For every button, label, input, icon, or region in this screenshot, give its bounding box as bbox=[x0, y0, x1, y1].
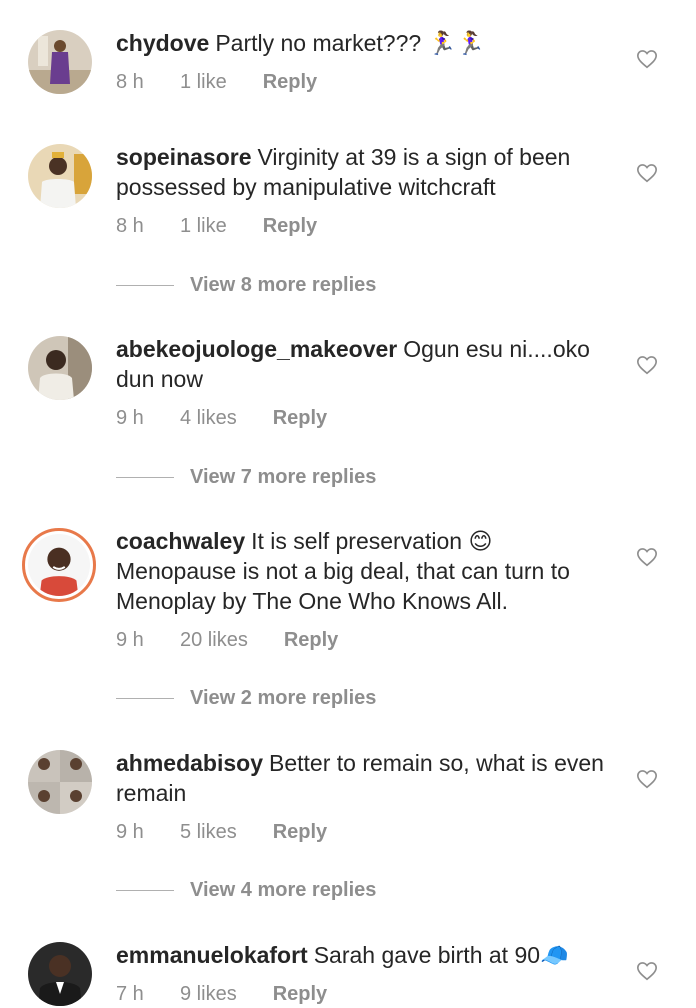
reply-button[interactable]: Reply bbox=[263, 68, 317, 96]
reply-button[interactable]: Reply bbox=[263, 212, 317, 240]
comment-text: Sarah gave birth at 90🧢 bbox=[313, 942, 569, 968]
comment-text: Partly no market??? 🏃‍♀️🏃‍♀️ bbox=[215, 30, 485, 56]
avatar[interactable] bbox=[28, 144, 92, 208]
comment-username[interactable]: ahmedabisoy bbox=[116, 750, 263, 776]
comment-time: 8 h bbox=[116, 71, 144, 93]
comment-likes[interactable]: 1 like bbox=[180, 212, 227, 240]
avatar[interactable] bbox=[28, 942, 92, 1006]
avatar[interactable] bbox=[28, 30, 92, 94]
view-more-replies[interactable]: View 8 more replies bbox=[116, 271, 376, 299]
comment-likes[interactable]: 20 likes bbox=[180, 626, 248, 654]
divider-line bbox=[116, 890, 174, 892]
comment-likes[interactable]: 5 likes bbox=[180, 818, 237, 846]
comment-time: 7 h bbox=[116, 983, 144, 1005]
comment-likes[interactable]: 1 like bbox=[180, 68, 227, 96]
comment-username[interactable]: emmanuelokafort bbox=[116, 942, 308, 968]
reply-button[interactable]: Reply bbox=[273, 980, 327, 1008]
comment-username[interactable]: abekeojuologe_makeover bbox=[116, 336, 397, 362]
heart-outline-icon[interactable] bbox=[636, 48, 658, 70]
view-more-replies-label[interactable]: View 4 more replies bbox=[190, 879, 376, 901]
heart-outline-icon[interactable] bbox=[636, 162, 658, 184]
view-more-replies-label[interactable]: View 7 more replies bbox=[190, 466, 376, 488]
comment-time: 9 h bbox=[116, 821, 144, 843]
comment-time: 9 h bbox=[116, 629, 144, 651]
heart-outline-icon[interactable] bbox=[636, 354, 658, 376]
view-more-replies[interactable]: View 7 more replies bbox=[116, 463, 376, 491]
divider-line bbox=[116, 285, 174, 287]
view-more-replies-label[interactable]: View 2 more replies bbox=[190, 687, 376, 709]
comment-username[interactable]: coachwaley bbox=[116, 528, 245, 554]
divider-line bbox=[116, 698, 174, 700]
avatar[interactable] bbox=[28, 336, 92, 400]
avatar[interactable] bbox=[28, 750, 92, 814]
heart-outline-icon[interactable] bbox=[636, 546, 658, 568]
reply-button[interactable]: Reply bbox=[284, 626, 338, 654]
avatar-story-ring[interactable] bbox=[22, 528, 96, 602]
divider-line bbox=[116, 477, 174, 479]
view-more-replies[interactable]: View 2 more replies bbox=[116, 684, 376, 712]
comment-likes[interactable]: 4 likes bbox=[180, 404, 237, 432]
comment-time: 8 h bbox=[116, 215, 144, 237]
reply-button[interactable]: Reply bbox=[273, 818, 327, 846]
heart-outline-icon[interactable] bbox=[636, 768, 658, 790]
view-more-replies[interactable]: View 4 more replies bbox=[116, 876, 376, 904]
heart-outline-icon[interactable] bbox=[636, 960, 658, 982]
reply-button[interactable]: Reply bbox=[273, 404, 327, 432]
comment-time: 9 h bbox=[116, 407, 144, 429]
comment-username[interactable]: sopeinasore bbox=[116, 144, 252, 170]
comment-likes[interactable]: 9 likes bbox=[180, 980, 237, 1008]
comment-username[interactable]: chydove bbox=[116, 30, 209, 56]
view-more-replies-label[interactable]: View 8 more replies bbox=[190, 274, 376, 296]
